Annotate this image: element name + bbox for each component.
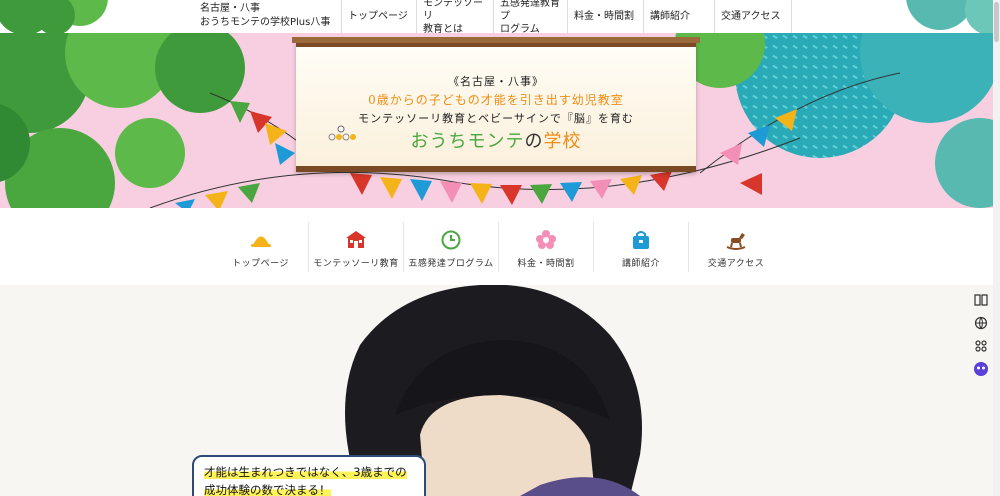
nav-list: トップページ モンテッソーリ 教育とは 五感発達教育プ ログラム 料金・時間割 … [341, 0, 792, 35]
tree-decoration-left [0, 0, 108, 33]
nav-item-program[interactable]: 五感発達教育プ ログラム [493, 0, 567, 35]
nav-label: 五感発達教育プ ログラム [500, 0, 560, 35]
hero-signboard: 《名古屋・八事》 0歳からの子どもの才能を引き出す幼児教室 モンテッソーリ教育と… [292, 37, 700, 172]
site-name-line2: おうちモンテの学校Plus八事 [200, 17, 331, 28]
site-name-line1: 名古屋・八事 [200, 3, 260, 14]
browser-side-dock [969, 288, 993, 383]
nav-label: 料金・時間割 [574, 11, 634, 22]
iconnav-fees[interactable]: 料金・時間割 [498, 222, 593, 272]
bag-icon [633, 231, 649, 249]
hero-title-part2: の [524, 131, 544, 152]
globe-icon[interactable] [973, 315, 989, 331]
site-name[interactable]: 名古屋・八事 おうちモンテの学校Plus八事 [200, 2, 340, 30]
iconnav-label: 講師紹介 [621, 259, 660, 269]
callout-line2: 成功体験の数で決まる！ [204, 483, 331, 496]
iconnav-label: モンテッソーリ教育 [313, 259, 399, 269]
school-logo-icon [328, 125, 356, 141]
hero-photo [0, 285, 1000, 496]
iconnav-label: トップページ [232, 259, 289, 269]
nav-item-fees[interactable]: 料金・時間割 [567, 0, 643, 33]
callout-box: 才能は生まれつきではなく、3歳までの 成功体験の数で決まる！ [192, 455, 426, 496]
iconnav-montessori[interactable]: モンテッソーリ教育 [308, 222, 403, 272]
iconnav-label: 五感発達プログラム [408, 259, 494, 269]
scrollbar[interactable] [993, 0, 1000, 496]
nav-label: 講師紹介 [650, 11, 690, 22]
hero-title-part3: 学校 [543, 131, 582, 152]
nav-label: モンテッソーリ 教育とは [423, 0, 483, 35]
board-rail [292, 37, 700, 43]
top-navigation: 名古屋・八事 おうちモンテの学校Plus八事 トップページ モンテッソーリ 教育… [0, 0, 1000, 35]
apps-grid-icon[interactable] [973, 338, 989, 354]
tree-decoration-right [906, 0, 1000, 33]
nav-item-instructor[interactable]: 講師紹介 [643, 0, 714, 33]
nav-item-access[interactable]: 交通アクセス [714, 0, 792, 33]
callout-line1: 才能は生まれつきではなく、3歳までの [204, 465, 407, 479]
hero-title-part1: おうちモンテ [410, 131, 525, 152]
flower-icon [536, 230, 556, 249]
assistant-icon[interactable] [973, 361, 989, 377]
nav-label: トップページ [348, 11, 408, 22]
hero-tagline: 0歳からの子どもの才能を引き出す幼児教室 [368, 93, 624, 107]
school-icon [346, 231, 366, 248]
iconnav-program[interactable]: 五感発達プログラム [403, 222, 498, 272]
iconnav-instructor[interactable]: 講師紹介 [593, 222, 688, 272]
book-icon[interactable] [973, 292, 989, 308]
iconnav-label: 料金・時間割 [517, 259, 575, 269]
nav-item-top[interactable]: トップページ [341, 0, 416, 33]
rocking-horse-icon [726, 233, 746, 250]
icon-navigation: トップページ モンテッソーリ教育 五感発達プログラム 料金・時間割 講師紹介 交… [213, 222, 783, 272]
iconnav-access[interactable]: 交通アクセス [688, 222, 783, 272]
iconnav-top[interactable]: トップページ [213, 222, 308, 272]
nav-label: 交通アクセス [721, 11, 781, 22]
hero-banner: 《名古屋・八事》 0歳からの子どもの才能を引き出す幼児教室 モンテッソーリ教育と… [0, 33, 1000, 208]
child-photo-illustration [345, 285, 642, 496]
hero-location: 《名古屋・八事》 [448, 75, 544, 88]
page: 名古屋・八事 おうちモンテの学校Plus八事 トップページ モンテッソーリ 教育… [0, 0, 1000, 496]
clock-icon [441, 230, 461, 250]
iconnav-label: 交通アクセス [707, 259, 765, 269]
hat-icon [250, 236, 271, 247]
scrollbar-thumb[interactable] [994, 2, 999, 42]
hero-subtitle: モンテッソーリ教育とベビーサインで『脳』を育む [358, 112, 634, 125]
nav-item-montessori[interactable]: モンテッソーリ 教育とは [416, 0, 493, 35]
